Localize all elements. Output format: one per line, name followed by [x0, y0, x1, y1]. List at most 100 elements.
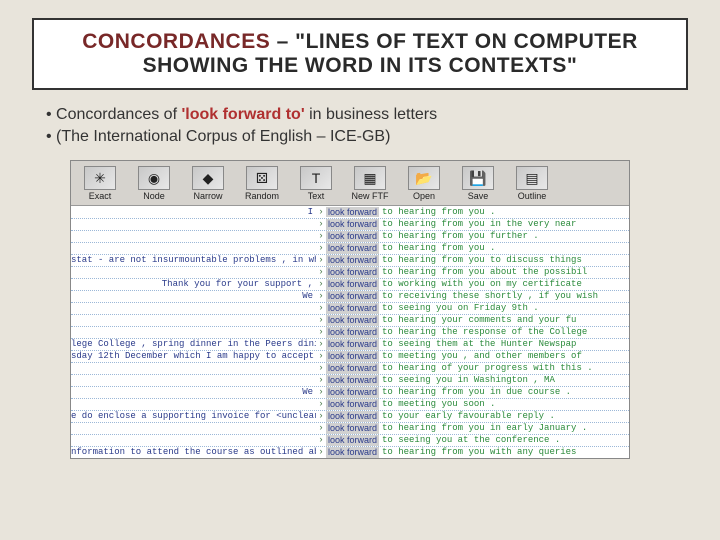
concordance-line[interactable]: We›look forwardto hearing from you in du…: [71, 386, 629, 398]
bullet-text-pre: Concordances of: [56, 106, 181, 123]
toolbar-button-open[interactable]: 📂Open: [397, 163, 451, 203]
toolbar-button-node[interactable]: ◉Node: [127, 163, 181, 203]
concordance-line[interactable]: stat - are not insurmountable problems ,…: [71, 254, 629, 266]
concordance-keyword: look forward: [326, 207, 379, 217]
concordance-line[interactable]: ›look forwardto seeing you in Washington…: [71, 374, 629, 386]
outline-icon: ▤: [516, 166, 548, 190]
concordance-keyword: look forward: [326, 435, 379, 445]
concordance-line[interactable]: ›look forwardto hearing the response of …: [71, 326, 629, 338]
concordance-right-context: to meeting you , and other members of: [379, 351, 582, 361]
toolbar-button-narrow[interactable]: ◆Narrow: [181, 163, 235, 203]
concordance-line[interactable]: ›look forwardto hearing from you in earl…: [71, 422, 629, 434]
toolbar-button-new-ftf[interactable]: ▦New FTF: [343, 163, 397, 203]
concordance-right-context: to seeing you on Friday 9th .: [379, 303, 539, 313]
concordance-keyword: look forward: [326, 291, 379, 301]
concordance-left-context: lege College , spring dinner in the Peer…: [71, 339, 316, 349]
bullet-item: (The International Corpus of English – I…: [46, 128, 688, 146]
line-marker-icon: ›: [316, 279, 326, 289]
line-marker-icon: ›: [316, 411, 326, 421]
line-marker-icon: ›: [316, 423, 326, 433]
title-emphasis: CONCORDANCES: [82, 30, 270, 53]
narrow-icon: ◆: [192, 166, 224, 190]
bullet-item: Concordances of 'look forward to' in bus…: [46, 106, 688, 124]
concordance-keyword: look forward: [326, 327, 379, 337]
toolbar-button-label: Open: [413, 191, 435, 201]
toolbar-button-exact[interactable]: ✳Exact: [73, 163, 127, 203]
open-icon: 📂: [408, 166, 440, 190]
concordance-line[interactable]: ›look forwardto hearing of your progress…: [71, 362, 629, 374]
concordance-right-context: to hearing of your progress with this .: [379, 363, 593, 373]
line-marker-icon: ›: [316, 363, 326, 373]
concordance-right-context: to receiving these shortly , if you wish: [379, 291, 598, 301]
toolbar-button-save[interactable]: 💾Save: [451, 163, 505, 203]
concordance-line[interactable]: ›look forwardto seeing you on Friday 9th…: [71, 302, 629, 314]
concordance-keyword: look forward: [326, 243, 379, 253]
concordance-left-context: We: [71, 387, 316, 397]
concordance-left-context: nformation to attend the course as outli…: [71, 447, 316, 457]
line-marker-icon: ›: [316, 351, 326, 361]
title-container: CONCORDANCES – "LINES OF TEXT ON COMPUTE…: [32, 18, 688, 90]
concordance-right-context: to hearing from you .: [379, 207, 495, 217]
toolbar-button-label: Outline: [518, 191, 547, 201]
toolbar-button-label: Exact: [89, 191, 112, 201]
concordance-keyword: look forward: [326, 447, 379, 457]
random-icon: ⚄: [246, 166, 278, 190]
concordance-line[interactable]: ›look forwardto meeting you soon .: [71, 398, 629, 410]
concordance-right-context: to meeting you soon .: [379, 399, 495, 409]
toolbar-button-outline[interactable]: ▤Outline: [505, 163, 559, 203]
concordance-right-context: to hearing from you .: [379, 243, 495, 253]
concordance-keyword: look forward: [326, 351, 379, 361]
line-marker-icon: ›: [316, 315, 326, 325]
concordance-left-context: e do enclose a supporting invoice for <u…: [71, 411, 316, 421]
concordance-line[interactable]: e do enclose a supporting invoice for <u…: [71, 410, 629, 422]
line-marker-icon: ›: [316, 207, 326, 217]
concordance-line[interactable]: sday 12th December which I am happy to a…: [71, 350, 629, 362]
line-marker-icon: ›: [316, 243, 326, 253]
concordance-keyword: look forward: [326, 423, 379, 433]
toolbar-button-random[interactable]: ⚄Random: [235, 163, 289, 203]
concordance-line[interactable]: Thank you for your support ,›look forwar…: [71, 278, 629, 290]
slide-title: CONCORDANCES – "LINES OF TEXT ON COMPUTE…: [48, 30, 672, 78]
concordance-left-context: I: [71, 207, 316, 217]
concordance-right-context: to hearing from you in the very near: [379, 219, 576, 229]
bullet-keyword: 'look forward to': [181, 106, 304, 123]
line-marker-icon: ›: [316, 399, 326, 409]
concordance-keyword: look forward: [326, 315, 379, 325]
line-marker-icon: ›: [316, 231, 326, 241]
concordance-line[interactable]: nformation to attend the course as outli…: [71, 446, 629, 458]
line-marker-icon: ›: [316, 327, 326, 337]
line-marker-icon: ›: [316, 291, 326, 301]
concordance-right-context: to hearing from you to discuss things: [379, 255, 582, 265]
toolbar-button-label: Node: [143, 191, 165, 201]
concordance-right-context: to hearing from you further .: [379, 231, 539, 241]
concordance-keyword: look forward: [326, 231, 379, 241]
concordance-line[interactable]: ›look forwardto seeing you at the confer…: [71, 434, 629, 446]
concordance-line[interactable]: lege College , spring dinner in the Peer…: [71, 338, 629, 350]
concordance-keyword: look forward: [326, 279, 379, 289]
concordance-line[interactable]: I›look forwardto hearing from you .: [71, 206, 629, 218]
concordance-line[interactable]: ›look forwardto hearing from you about t…: [71, 266, 629, 278]
concordance-screenshot: ✳Exact◉Node◆Narrow⚄RandomTText▦New FTF📂O…: [70, 160, 630, 459]
concordance-line[interactable]: ›look forwardto hearing from you further…: [71, 230, 629, 242]
line-marker-icon: ›: [316, 303, 326, 313]
concordance-line[interactable]: ›look forwardto hearing your comments an…: [71, 314, 629, 326]
concordance-line[interactable]: We›look forwardto receiving these shortl…: [71, 290, 629, 302]
concordance-keyword: look forward: [326, 339, 379, 349]
concordance-right-context: to seeing you at the conference .: [379, 435, 560, 445]
line-marker-icon: ›: [316, 219, 326, 229]
new-ftf-icon: ▦: [354, 166, 386, 190]
concordance-right-context: to seeing you in Washington , MA: [379, 375, 555, 385]
concordance-line[interactable]: ›look forwardto hearing from you .: [71, 242, 629, 254]
toolbar-button-text[interactable]: TText: [289, 163, 343, 203]
concordance-line[interactable]: ›look forwardto hearing from you in the …: [71, 218, 629, 230]
line-marker-icon: ›: [316, 267, 326, 277]
concordance-left-context: sday 12th December which I am happy to a…: [71, 351, 316, 361]
exact-icon: ✳: [84, 166, 116, 190]
concordance-keyword: look forward: [326, 303, 379, 313]
concordance-right-context: to hearing the response of the College: [379, 327, 587, 337]
toolbar-button-label: New FTF: [352, 191, 389, 201]
concordance-keyword: look forward: [326, 363, 379, 373]
node-icon: ◉: [138, 166, 170, 190]
title-separator: –: [270, 30, 295, 53]
concordance-keyword: look forward: [326, 375, 379, 385]
